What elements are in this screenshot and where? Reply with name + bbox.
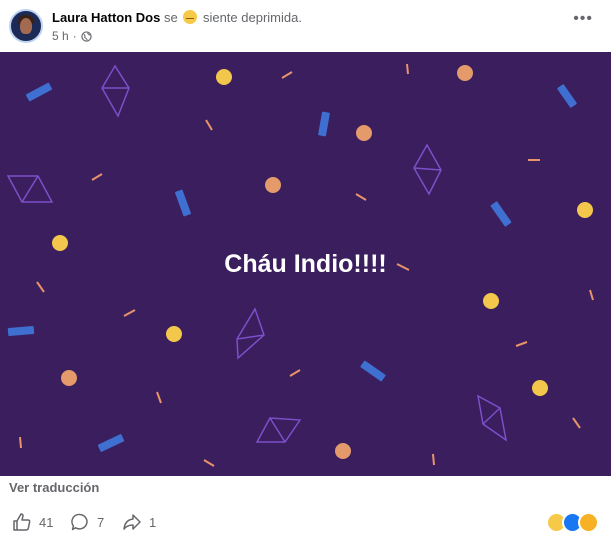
author-line: Laura Hatton Dos se siente deprimida. [52, 10, 302, 25]
post-banner[interactable]: Cháu Indio!!!! [0, 52, 611, 476]
post-card: Laura Hatton Dos se siente deprimida. 5 … [0, 0, 611, 553]
comment-button[interactable]: 7 [70, 512, 104, 532]
banner-text: Cháu Indio!!!! [224, 250, 387, 278]
share-button[interactable]: 1 [122, 512, 156, 532]
sad-face-icon [183, 10, 198, 24]
post-actions: 41 7 1 [0, 512, 611, 534]
post-meta: 5 h · [52, 29, 92, 43]
feeling-prefix: se [163, 10, 178, 25]
comment-icon [71, 513, 88, 531]
more-icon[interactable]: ••• [573, 10, 593, 28]
comment-count: 7 [97, 514, 105, 530]
author-avatar[interactable] [9, 9, 43, 43]
meta-separator: · [72, 29, 77, 43]
care-reaction-icon [578, 512, 599, 533]
author-name[interactable]: Laura Hatton Dos [52, 10, 160, 25]
share-count: 1 [149, 514, 157, 530]
globe-icon[interactable] [81, 30, 92, 42]
like-count: 41 [39, 514, 54, 530]
share-icon [123, 514, 141, 530]
post-time[interactable]: 5 h [52, 29, 69, 43]
like-button[interactable]: 41 [12, 512, 53, 532]
post-header: Laura Hatton Dos se siente deprimida. 5 … [0, 0, 611, 52]
like-icon [13, 513, 31, 531]
feeling-text: siente deprimida. [202, 10, 302, 25]
translate-link[interactable]: Ver traducción [9, 480, 99, 495]
reaction-summary[interactable] [546, 512, 599, 533]
